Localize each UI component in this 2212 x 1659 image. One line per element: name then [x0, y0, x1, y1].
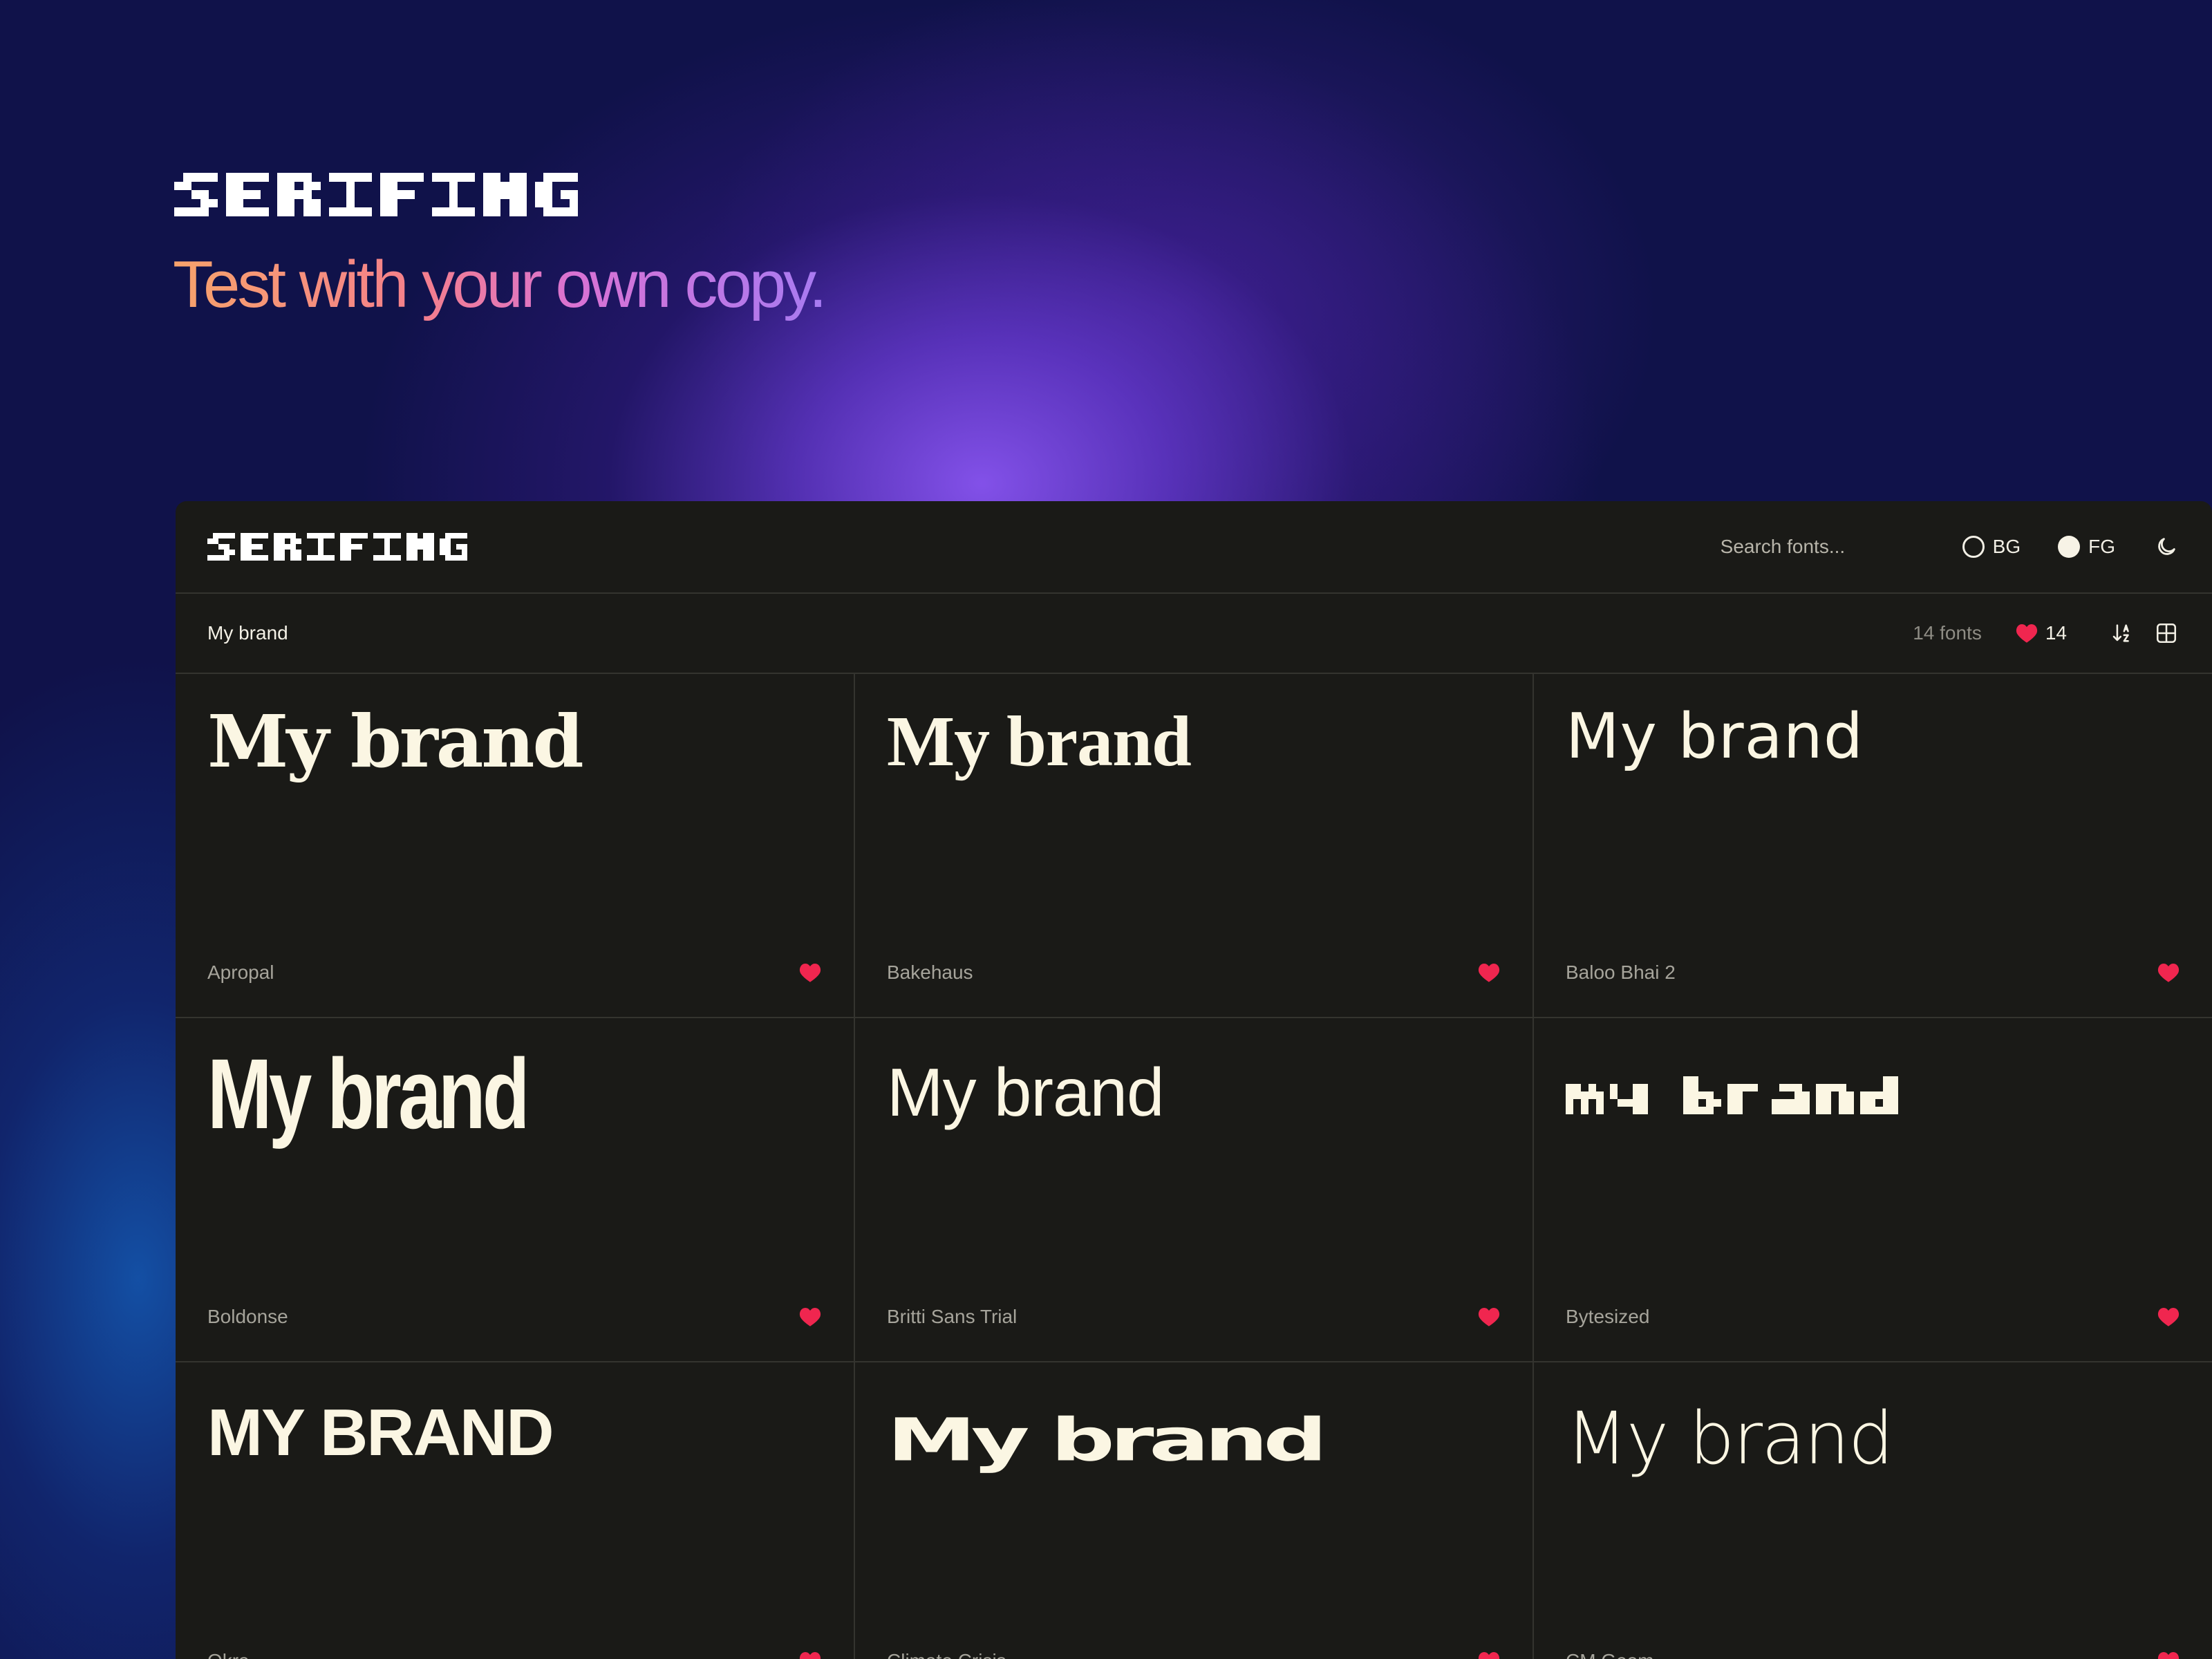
heart-icon[interactable]	[798, 1306, 822, 1327]
font-preview: My brand	[887, 702, 1192, 781]
font-name: Baloo Bhai 2	[1566, 962, 1676, 983]
heart-icon[interactable]	[2157, 1306, 2180, 1327]
pixel-glyph	[1610, 1076, 1648, 1114]
fg-color-toggle[interactable]: FG	[2058, 536, 2115, 558]
font-preview: My brand	[207, 1038, 529, 1150]
favorites-count: 14	[2045, 622, 2067, 644]
font-card[interactable]: My brand Britti Sans Trial	[855, 1018, 1534, 1362]
bg-color-swatch-icon	[1962, 536, 1985, 558]
fg-color-swatch-icon	[2058, 536, 2081, 558]
font-name: Boldonse	[207, 1306, 288, 1327]
fg-label: FG	[2088, 536, 2115, 557]
font-card[interactable]: My brand CM Geom	[1534, 1362, 2212, 1659]
pixel-glyph	[307, 533, 335, 561]
pixel-glyph	[1727, 1076, 1765, 1114]
sample-text-input[interactable]	[207, 622, 622, 644]
heart-icon[interactable]	[1477, 962, 1501, 983]
font-card[interactable]: My brand Bakehaus	[855, 674, 1534, 1018]
font-name: Bytesized	[1566, 1306, 1650, 1327]
font-preview: My brand	[207, 699, 584, 784]
font-preview: My brand	[1566, 1396, 1894, 1481]
pixel-glyph	[406, 533, 434, 561]
pixel-glyph	[277, 173, 321, 216]
heart-icon[interactable]	[1477, 1651, 1501, 1659]
font-name: Britti Sans Trial	[887, 1306, 1018, 1327]
pixel-glyph	[1860, 1076, 1898, 1114]
heart-icon[interactable]	[798, 1651, 822, 1659]
heart-icon	[2016, 624, 2037, 643]
heart-icon[interactable]	[1477, 1306, 1501, 1327]
app-window: BG FG 14 fonts 14	[176, 501, 2212, 1659]
hero-pixel-wordmark	[174, 173, 578, 216]
moon-icon[interactable]	[2153, 533, 2180, 561]
pixel-glyph	[1654, 1076, 1677, 1114]
pixel-glyph	[440, 533, 467, 561]
pixel-glyph	[534, 173, 578, 216]
hero-tagline: Test with your own copy.	[173, 243, 827, 326]
font-card[interactable]: My brand Bytesized	[1534, 1018, 2212, 1362]
pixel-glyph	[373, 533, 401, 561]
pixel-glyph	[1566, 1076, 1604, 1114]
font-name: Bakehaus	[887, 962, 973, 983]
grid-icon[interactable]	[2153, 619, 2180, 647]
pixel-glyph	[225, 173, 269, 216]
font-preview: My brand	[1566, 700, 1864, 773]
font-card[interactable]: MY BRAND Okra	[176, 1362, 855, 1659]
pixel-glyph	[328, 173, 372, 216]
pixel-glyph	[241, 533, 268, 561]
favorites-filter-button[interactable]: 14	[2015, 622, 2067, 644]
pixel-glyph	[340, 533, 368, 561]
font-name: Climate Crisis	[887, 1650, 1006, 1659]
pixel-glyph	[174, 173, 218, 216]
heart-icon[interactable]	[798, 962, 822, 983]
pixel-glyph	[1772, 1076, 1810, 1114]
pixel-glyph	[274, 533, 301, 561]
heart-icon[interactable]	[2157, 1651, 2180, 1659]
bg-label: BG	[1992, 536, 2021, 557]
font-preview: MY BRAND	[207, 1396, 554, 1470]
font-grid: My brand Apropal My brand Bakehaus My br…	[176, 674, 2212, 1659]
app-logo[interactable]	[207, 533, 467, 561]
pixel-glyph	[207, 533, 235, 561]
bytesized-pixel-preview	[1566, 1076, 2180, 1114]
font-count: 14 fonts	[1913, 622, 1982, 644]
pixel-glyph	[483, 173, 527, 216]
bg-color-toggle[interactable]: BG	[1962, 536, 2021, 558]
font-card[interactable]: My brand Baloo Bhai 2	[1534, 674, 2212, 1018]
pixel-glyph	[380, 173, 424, 216]
pixel-glyph	[1683, 1076, 1721, 1114]
sort-az-icon[interactable]	[2108, 619, 2136, 647]
heart-icon[interactable]	[2157, 962, 2180, 983]
font-preview: My brand	[1566, 1076, 2180, 1114]
font-preview: My brand	[887, 1405, 1327, 1475]
font-preview: My brand	[887, 1054, 1165, 1130]
font-name: Apropal	[207, 962, 274, 983]
font-name: CM Geom	[1566, 1650, 1654, 1659]
search-input[interactable]	[1720, 536, 1880, 558]
app-pixel-wordmark	[207, 533, 467, 561]
font-card[interactable]: My brand Climate Crisis	[855, 1362, 1534, 1659]
pixel-glyph	[1816, 1076, 1854, 1114]
hero-logo	[174, 173, 578, 216]
top-navigation-bar: BG FG	[176, 501, 2212, 594]
pixel-glyph	[431, 173, 475, 216]
font-card[interactable]: My brand Boldonse	[176, 1018, 855, 1362]
font-name: Okra	[207, 1650, 250, 1659]
font-card[interactable]: My brand Apropal	[176, 674, 855, 1018]
preview-toolbar: 14 fonts 14	[176, 594, 2212, 674]
